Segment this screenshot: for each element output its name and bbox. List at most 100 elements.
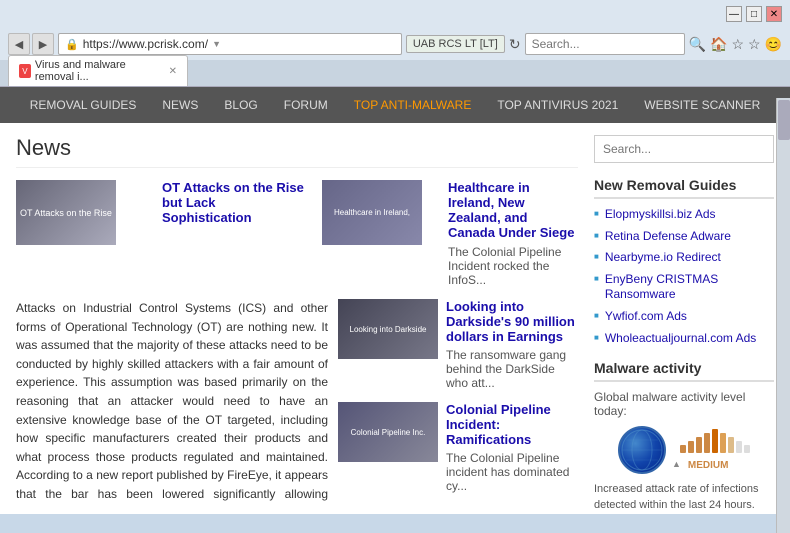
tab-label: Virus and malware removal i... [35,59,161,83]
article-hc-thumbnail: Healthcare in Ireland, [322,180,422,245]
guide-link-5[interactable]: Wholeactualjournal.com Ads [605,331,756,347]
article-colonial: Colonial Pipeline Inc. Colonial Pipeline… [338,402,578,493]
malware-activity-section: Global malware activity level today: [594,390,774,513]
content-wrapper: News OT Attacks on the Rise OT Attacks o… [0,123,790,514]
site-nav: REMOVAL GUIDES NEWS BLOG FORUM TOP ANTI-… [0,87,790,123]
page-title: News [16,135,578,168]
nav-top-antimalware[interactable]: TOP ANTI-MALWARE [342,90,484,120]
bookmark-icon[interactable]: ☆ [748,36,761,53]
guide-item-5: Wholeactualjournal.com Ads [594,331,774,347]
gauge-bar-4 [704,433,710,453]
address-dropdown-icon: ▼ [212,39,221,49]
article-hc-content: Healthcare in Ireland, New Zealand, and … [448,180,578,287]
browser-search-input[interactable] [532,37,678,51]
gauge-arrow-icon: ▲ [672,459,681,469]
home-icon[interactable]: 🏠 [710,36,727,53]
article-darkside-title[interactable]: Looking into Darkside's 90 million dolla… [446,299,578,344]
gauge-bar-6 [720,433,726,453]
guide-item-1: Retina Defense Adware [594,229,774,245]
article-colonial-title[interactable]: Colonial Pipeline Incident: Ramification… [446,402,578,447]
title-bar: — □ ✕ [0,0,790,28]
new-removal-guides-title: New Removal Guides [594,177,774,199]
security-badge: UAB RCS LT [LT] [406,35,505,53]
scrollbar-track[interactable] [776,98,790,533]
article-ot-content: OT Attacks on the Rise but Lack Sophisti… [162,180,306,287]
user-icon[interactable]: 😊 [765,36,782,53]
gauge-bar-9 [744,445,750,453]
guide-link-1[interactable]: Retina Defense Adware [605,229,731,245]
gauge-bars [680,429,750,453]
malware-activity-desc: Global malware activity level today: [594,390,774,418]
guide-item-3: EnyBeny CRISTMAS Ransomware [594,272,774,303]
nav-website-scanner[interactable]: WEBSITE SCANNER [632,90,772,120]
right-side-articles: Looking into Darkside Looking into Darks… [338,299,578,502]
nav-forum[interactable]: FORUM [272,90,340,120]
tab-close-button[interactable]: ✕ [169,66,177,77]
back-button[interactable]: ◀ [8,33,30,55]
star-icon[interactable]: ☆ [731,36,744,53]
article-ot-thumb-area: OT Attacks on the Rise [16,180,146,287]
minimize-button[interactable]: — [726,6,742,22]
gauge-bar-2 [688,441,694,453]
malware-activity-title: Malware activity [594,360,774,382]
ot-article-body: Attacks on Industrial Control Systems (I… [16,299,578,502]
globe-icon [618,426,666,474]
ot-thumb-label: OT Attacks on the Rise [16,204,116,222]
search-icon[interactable]: 🔍 [689,36,706,53]
article-darkside-content: Looking into Darkside's 90 million dolla… [446,299,578,390]
article-ot-title[interactable]: OT Attacks on the Rise but Lack Sophisti… [162,180,306,225]
nav-removal-guides[interactable]: REMOVAL GUIDES [18,90,149,120]
browser-search-bar[interactable] [525,33,685,55]
tab-bar: V Virus and malware removal i... ✕ [0,60,790,86]
colonial-thumb-label: Colonial Pipeline Inc. [348,425,429,440]
close-button[interactable]: ✕ [766,6,782,22]
active-tab[interactable]: V Virus and malware removal i... ✕ [8,55,188,86]
lock-icon: 🔒 [65,38,79,51]
main-content: News OT Attacks on the Rise OT Attacks o… [16,135,578,502]
scrollbar-thumb[interactable] [778,100,790,140]
removal-guides-list: Elopmyskillsi.biz Ads Retina Defense Adw… [594,207,774,346]
gauge-bar-5 [712,429,718,453]
article-hc-thumb-area: Healthcare in Ireland, [322,180,432,287]
website-content: REMOVAL GUIDES NEWS BLOG FORUM TOP ANTI-… [0,87,790,514]
article-hc-title[interactable]: Healthcare in Ireland, New Zealand, and … [448,180,578,240]
malware-gauge: ▲ MEDIUM [594,426,774,474]
maximize-button[interactable]: □ [746,6,762,22]
article-darkside: Looking into Darkside Looking into Darks… [338,299,578,390]
guide-item-2: Nearbyme.io Redirect [594,250,774,266]
guide-link-0[interactable]: Elopmyskillsi.biz Ads [605,207,716,223]
ot-article-full-text: Attacks on Industrial Control Systems (I… [16,299,328,502]
address-bar[interactable]: 🔒 https://www.pcrisk.com/ ▼ [58,33,402,55]
article-darkside-thumbnail: Looking into Darkside [338,299,438,359]
tab-favicon: V [19,64,31,78]
nav-blog[interactable]: BLOG [212,90,269,120]
article-colonial-content: Colonial Pipeline Incident: Ramification… [446,402,578,493]
url-text: https://www.pcrisk.com/ [83,37,208,51]
guide-link-3[interactable]: EnyBeny CRISTMAS Ransomware [605,272,774,303]
gauge-bars-area: ▲ MEDIUM [672,429,750,471]
nav-news[interactable]: NEWS [150,90,210,120]
forward-button[interactable]: ▶ [32,33,54,55]
guide-item-0: Elopmyskillsi.biz Ads [594,207,774,223]
sidebar-search-input[interactable] [594,135,774,163]
ot-article-text: Attacks on Industrial Control Systems (I… [16,299,328,502]
sidebar: New Removal Guides Elopmyskillsi.biz Ads… [594,135,774,502]
hc-thumb-label: Healthcare in Ireland, [331,205,413,220]
article-darkside-summary: The ransomware gang behind the DarkSide … [446,348,578,390]
article-hc-summary: The Colonial Pipeline Incident rocked th… [448,245,578,287]
gauge-label-area: ▲ MEDIUM [672,456,750,471]
gauge-bar-1 [680,445,686,453]
nav-top-antivirus[interactable]: TOP ANTIVIRUS 2021 [485,90,630,120]
guide-item-4: Ywfiof.com Ads [594,309,774,325]
nav-arrows: ◀ ▶ [8,33,54,55]
darkside-thumb-label: Looking into Darkside [347,322,430,337]
article-colonial-summary: The Colonial Pipeline incident has domin… [446,451,578,493]
window-controls: — □ ✕ [726,6,782,22]
malware-note: Increased attack rate of infections dete… [594,482,774,513]
gauge-level-label: MEDIUM [688,460,729,471]
refresh-icon[interactable]: ↻ [509,36,521,53]
gauge-bar-7 [728,437,734,453]
guide-link-4[interactable]: Ywfiof.com Ads [605,309,687,325]
article-ot-thumbnail: OT Attacks on the Rise [16,180,116,245]
guide-link-2[interactable]: Nearbyme.io Redirect [605,250,721,266]
